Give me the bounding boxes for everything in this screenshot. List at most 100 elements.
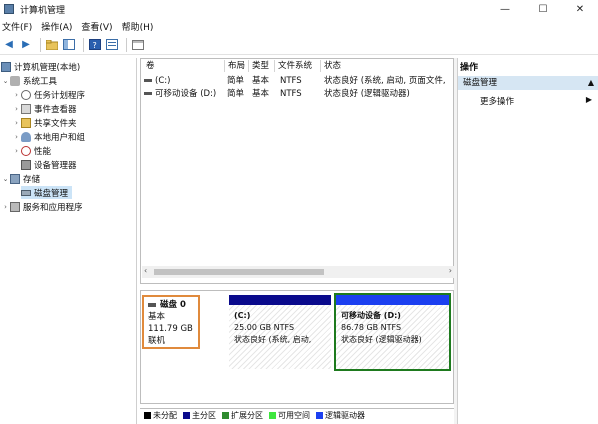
legend-logical-drive: 逻辑驱动器	[316, 410, 365, 421]
volume-type: 基本	[252, 76, 270, 86]
console-icon[interactable]	[131, 38, 145, 52]
partition-d-body: 可移动设备 (D:) 86.78 GB NTFS 状态良好 (逻辑驱动器)	[336, 305, 449, 369]
volume-layout: 简单	[227, 76, 245, 86]
tree-root-label: 计算机管理(本地)	[14, 62, 81, 73]
volume-fs: NTFS	[280, 89, 302, 99]
chevron-right-icon[interactable]: ›	[12, 147, 21, 155]
tree-local-users[interactable]: › 本地用户和组	[12, 130, 85, 143]
partition-legend: 未分配 主分区 扩展分区 可用空间 逻辑驱动器	[140, 408, 454, 422]
tree-system-tools[interactable]: ⌄ 系统工具	[1, 74, 57, 87]
close-button[interactable]: ✕	[563, 0, 597, 18]
chevron-right-icon[interactable]: ›	[12, 91, 21, 99]
volume-status: 状态良好 (逻辑驱动器)	[324, 89, 410, 99]
tree-shared-folders-label: 共享文件夹	[34, 118, 77, 129]
volume-name: 可移动设备 (D:)	[155, 89, 217, 99]
volume-layout: 简单	[227, 89, 245, 99]
computer-management-window: 计算机管理 — ☐ ✕ 文件(F) 操作(A) 查看(V) 帮助(H) ◀ ▶ …	[0, 0, 598, 424]
table-row[interactable]: (C:) 简单 基本 NTFS 状态良好 (系统, 启动, 页面文件,	[141, 75, 453, 87]
tree-root[interactable]: 计算机管理(本地)	[1, 60, 80, 73]
scrollbar-thumb[interactable]	[154, 269, 324, 275]
column-filesystem[interactable]: 文件系统	[275, 60, 321, 72]
toolbar-separator-3	[126, 37, 127, 52]
menu-file[interactable]: 文件(F)	[2, 20, 32, 33]
chevron-right-icon[interactable]: ›	[12, 133, 21, 141]
minimize-button[interactable]: —	[488, 0, 522, 18]
legend-swatch	[183, 412, 190, 419]
volume-type: 基本	[252, 89, 270, 99]
more-actions-link[interactable]: 更多操作	[480, 95, 514, 107]
actions-section-disk-management[interactable]: 磁盘管理 ▲	[458, 76, 598, 90]
menu-help[interactable]: 帮助(H)	[122, 20, 154, 33]
menu-action[interactable]: 操作(A)	[41, 20, 72, 33]
table-row[interactable]: 可移动设备 (D:) 简单 基本 NTFS 状态良好 (逻辑驱动器)	[141, 88, 453, 100]
actions-section-label: 磁盘管理	[463, 78, 498, 88]
tree-services[interactable]: › 服务和应用程序	[1, 200, 83, 213]
show-tree-icon[interactable]	[62, 38, 76, 52]
legend-extended: 扩展分区	[222, 410, 263, 421]
forward-icon[interactable]: ▶	[19, 38, 33, 52]
disk-0-label[interactable]: 磁盘 0 基本 111.79 GB 联机	[142, 295, 200, 349]
chevron-down-icon[interactable]: ⌄	[1, 77, 10, 85]
scroll-right-icon[interactable]: ›	[449, 266, 452, 275]
shared-folder-icon	[21, 117, 31, 128]
tree-task-scheduler[interactable]: › 任务计划程序	[12, 88, 85, 101]
disk-type: 基本	[148, 312, 166, 322]
column-status[interactable]: 状态	[321, 60, 453, 72]
volume-name: (C:)	[155, 76, 171, 86]
legend-label: 未分配	[153, 411, 177, 420]
column-volume[interactable]: 卷	[143, 60, 225, 72]
performance-icon	[21, 145, 31, 156]
legend-label: 主分区	[192, 411, 216, 420]
tree-performance[interactable]: › 性能	[12, 144, 51, 157]
legend-label: 逻辑驱动器	[325, 411, 365, 420]
maximize-button[interactable]: ☐	[526, 0, 560, 18]
tree-services-label: 服务和应用程序	[23, 202, 83, 213]
menu-view[interactable]: 查看(V)	[81, 20, 112, 33]
disk-map: 磁盘 0 基本 111.79 GB 联机 (C:) 25.00 GB NTFS …	[140, 290, 454, 404]
chevron-right-icon[interactable]: ▶	[586, 95, 592, 104]
tree-task-scheduler-label: 任务计划程序	[34, 90, 86, 101]
help-icon[interactable]: ?	[88, 38, 102, 52]
volume-fs: NTFS	[280, 76, 302, 86]
partition-c-body: (C:) 25.00 GB NTFS 状态良好 (系统, 启动,	[229, 305, 331, 369]
tree-storage[interactable]: ⌄ 存储	[1, 172, 40, 185]
chevron-right-icon[interactable]: ›	[1, 203, 10, 211]
column-type[interactable]: 类型	[249, 60, 275, 72]
tree-local-users-label: 本地用户和组	[34, 132, 86, 143]
tree-device-manager[interactable]: 设备管理器	[21, 158, 77, 171]
column-layout[interactable]: 布局	[225, 60, 249, 72]
partition-c[interactable]: (C:) 25.00 GB NTFS 状态良好 (系统, 启动,	[229, 295, 331, 369]
services-icon	[10, 201, 20, 212]
computer-icon	[1, 61, 11, 72]
disk-name: 磁盘 0	[160, 300, 186, 310]
chevron-right-icon[interactable]: ›	[12, 119, 21, 127]
toolbar-separator	[40, 37, 41, 52]
chevron-right-icon[interactable]: ›	[12, 105, 21, 113]
legend-swatch	[316, 412, 323, 419]
tree-system-tools-label: 系统工具	[23, 76, 58, 87]
chevron-down-icon[interactable]: ⌄	[1, 175, 10, 183]
logical-drive-bar	[336, 295, 449, 305]
collapse-up-icon[interactable]: ▲	[588, 76, 594, 90]
tree-event-viewer-label: 事件查看器	[34, 104, 77, 115]
volume-icon	[144, 79, 152, 82]
scroll-left-icon[interactable]: ‹	[144, 266, 147, 275]
title-bar: 计算机管理 — ☐ ✕	[0, 0, 598, 18]
tree-device-manager-label: 设备管理器	[34, 160, 77, 171]
tree-performance-label: 性能	[34, 146, 52, 157]
tree-shared-folders[interactable]: › 共享文件夹	[12, 116, 77, 129]
legend-swatch	[222, 412, 229, 419]
tree-event-viewer[interactable]: › 事件查看器	[12, 102, 77, 115]
legend-label: 可用空间	[278, 411, 310, 420]
horizontal-scrollbar[interactable]: ‹ ›	[142, 266, 454, 278]
properties-icon[interactable]	[105, 38, 119, 52]
partition-c-status: 状态良好 (系统, 启动,	[234, 335, 312, 344]
legend-primary: 主分区	[183, 410, 216, 421]
back-icon[interactable]: ◀	[2, 38, 16, 52]
partition-d[interactable]: 可移动设备 (D:) 86.78 GB NTFS 状态良好 (逻辑驱动器)	[334, 293, 451, 371]
disk-size: 111.79 GB	[148, 324, 193, 334]
primary-partition-bar	[229, 295, 331, 305]
up-folder-icon[interactable]	[45, 38, 59, 52]
legend-swatch	[144, 412, 151, 419]
tree-disk-management[interactable]: 磁盘管理	[21, 186, 73, 199]
